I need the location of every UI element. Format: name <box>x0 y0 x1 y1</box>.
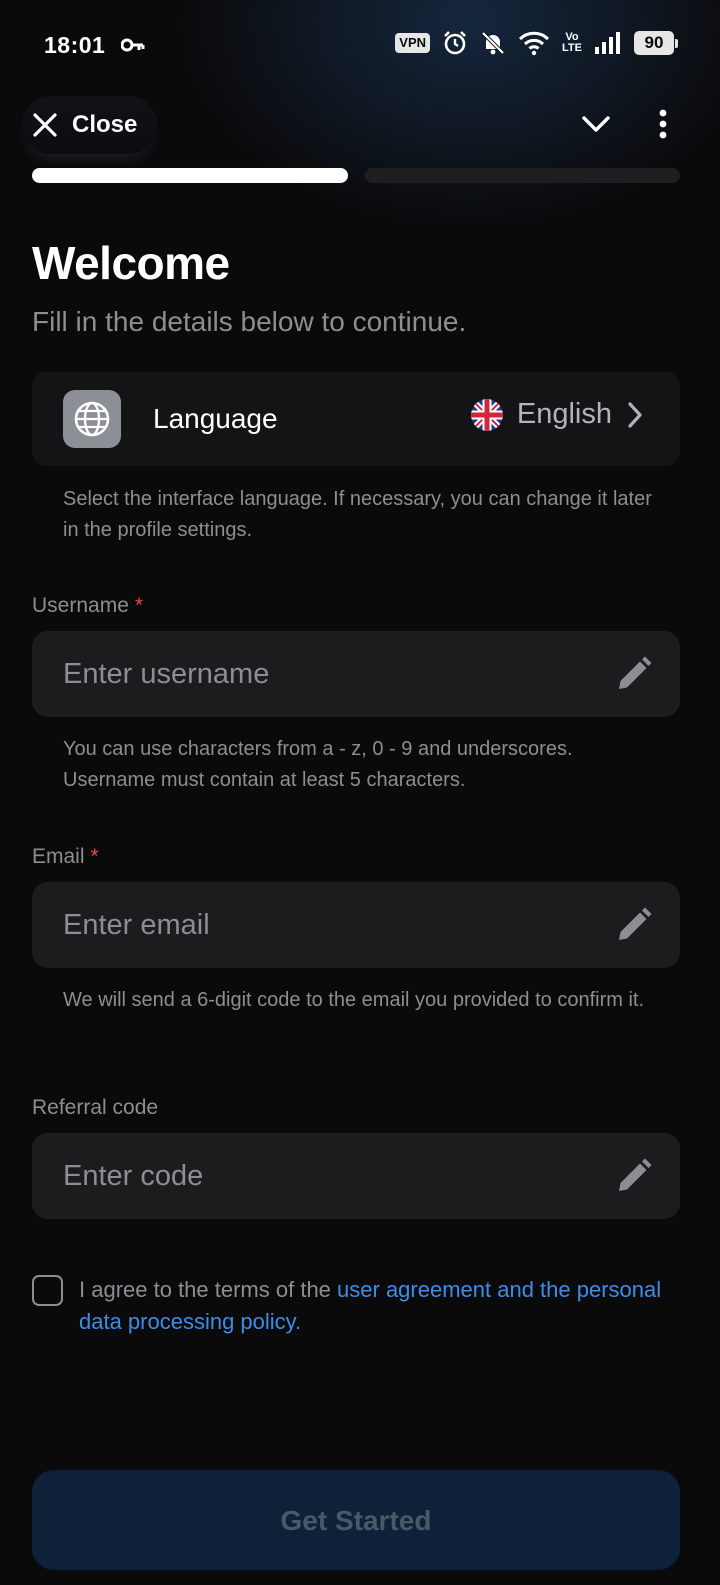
battery-level: 90 <box>634 31 674 55</box>
language-help-text: Select the interface language. If necess… <box>63 488 652 541</box>
bell-off-icon <box>481 31 505 55</box>
more-button[interactable] <box>650 106 676 142</box>
referral-input[interactable] <box>63 1133 603 1219</box>
pencil-icon[interactable] <box>616 1158 652 1194</box>
volte-indicator: Vo LTE <box>562 32 582 54</box>
wifi-icon <box>518 31 550 56</box>
referral-label: Referral code <box>32 1096 159 1119</box>
agreement-prefix: I agree to the terms of the <box>79 1277 338 1302</box>
battery-icon: 90 <box>634 31 678 55</box>
required-mark: * <box>90 845 99 868</box>
language-value-text: English <box>516 398 612 430</box>
battery-tip <box>675 38 678 48</box>
agreement-checkbox[interactable] <box>32 1275 63 1306</box>
close-icon <box>33 113 57 137</box>
pencil-icon[interactable] <box>616 907 652 943</box>
uk-flag-icon <box>470 398 503 431</box>
language-icon-tile <box>63 390 121 448</box>
page-title: Welcome <box>32 237 230 289</box>
signal-icon <box>595 32 620 54</box>
username-input[interactable] <box>63 631 603 717</box>
chevron-down-icon <box>582 116 610 132</box>
referral-field <box>32 1133 680 1219</box>
vpn-badge: VPN <box>395 33 431 53</box>
chevron-right-icon <box>628 401 642 428</box>
collapse-button[interactable] <box>578 108 614 140</box>
more-vertical-icon <box>659 109 667 139</box>
language-label: Language <box>153 403 278 434</box>
key-icon <box>121 38 145 52</box>
email-label-text: Email <box>32 845 85 868</box>
globe-icon <box>74 401 110 437</box>
step-progress <box>32 168 680 183</box>
status-time: 18:01 <box>44 32 106 58</box>
agreement-suffix: . <box>295 1309 302 1334</box>
get-started-button[interactable]: Get Started <box>32 1470 680 1570</box>
volte-bottom: LTE <box>562 42 582 54</box>
status-icons: VPN Vo LTE 90 <box>395 30 678 56</box>
username-label: Username * <box>32 594 143 618</box>
alarm-icon <box>444 31 466 55</box>
agreement-text: I agree to the terms of the user agreeme… <box>79 1274 679 1338</box>
progress-step-1 <box>32 168 348 183</box>
close-button[interactable]: Close <box>22 96 158 154</box>
language-selector[interactable]: Language English <box>32 372 680 466</box>
language-value: English <box>470 398 644 431</box>
username-label-text: Username <box>32 594 129 617</box>
required-mark: * <box>134 594 144 617</box>
email-field <box>32 882 680 968</box>
progress-step-2 <box>364 168 680 183</box>
pencil-icon[interactable] <box>616 656 652 692</box>
email-helper-text: We will send a 6-digit code to the email… <box>63 989 645 1011</box>
status-bar: 18:01 VPN Vo LTE 90 <box>0 0 720 92</box>
page-subtitle: Fill in the details below to continue. <box>32 306 467 337</box>
email-label: Email * <box>32 845 99 869</box>
email-input[interactable] <box>63 882 603 968</box>
close-label: Close <box>72 111 138 138</box>
get-started-label: Get Started <box>280 1505 432 1536</box>
username-field <box>32 631 680 717</box>
username-helper-text: You can use characters from a - z, 0 - 9… <box>63 738 573 791</box>
